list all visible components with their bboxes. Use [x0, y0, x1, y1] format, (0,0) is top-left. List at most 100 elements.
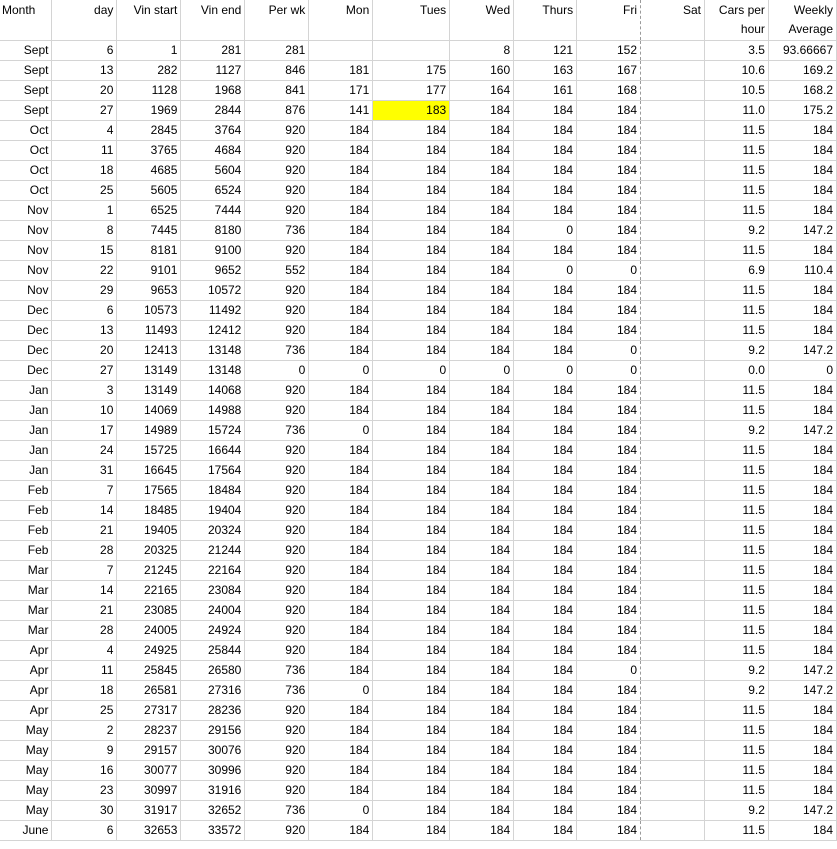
table-cell[interactable]: 184 — [576, 300, 642, 321]
table-cell[interactable]: 20325 — [116, 540, 182, 561]
table-cell[interactable]: 184 — [449, 100, 515, 121]
table-cell[interactable]: 9.2 — [704, 800, 769, 821]
table-cell[interactable]: 184 — [449, 140, 515, 161]
table-cell[interactable]: 21 — [51, 600, 118, 621]
table-cell[interactable]: 93.66667 — [768, 40, 837, 61]
table-cell[interactable]: 184 — [513, 480, 578, 501]
table-cell[interactable]: 184 — [449, 420, 515, 441]
table-cell[interactable]: 175 — [372, 60, 451, 81]
table-cell[interactable]: 11.5 — [704, 600, 769, 621]
table-cell[interactable]: 920 — [244, 180, 310, 201]
header-cell-day[interactable]: day — [51, 0, 118, 41]
table-cell[interactable]: 184 — [768, 540, 837, 561]
table-cell[interactable]: 9 — [51, 740, 118, 761]
table-cell[interactable]: 11.0 — [704, 100, 769, 121]
table-cell[interactable]: 11.5 — [704, 740, 769, 761]
table-cell[interactable]: 184 — [576, 540, 642, 561]
table-cell[interactable]: 147.2 — [768, 660, 837, 681]
table-cell[interactable]: Feb — [0, 480, 53, 501]
table-cell[interactable]: 11.5 — [704, 620, 769, 641]
table-cell[interactable]: 8180 — [180, 220, 246, 241]
table-cell[interactable]: 7444 — [180, 200, 246, 221]
table-cell[interactable]: 6 — [51, 820, 118, 841]
table-cell[interactable]: 11.5 — [704, 140, 769, 161]
table-cell[interactable]: 184 — [768, 600, 837, 621]
table-cell[interactable]: 22164 — [180, 560, 246, 581]
table-cell[interactable]: 920 — [244, 620, 310, 641]
table-cell[interactable]: 7445 — [116, 220, 182, 241]
table-cell[interactable]: 184 — [576, 120, 642, 141]
table-cell[interactable]: 184 — [449, 400, 515, 421]
table-cell[interactable] — [640, 740, 705, 761]
table-cell[interactable]: 184 — [449, 240, 515, 261]
table-cell[interactable] — [640, 800, 705, 821]
table-cell[interactable]: 184 — [576, 700, 642, 721]
table-cell[interactable]: 184 — [308, 260, 374, 281]
table-cell[interactable]: 11.5 — [704, 760, 769, 781]
table-cell[interactable]: 184 — [513, 140, 578, 161]
table-cell[interactable]: 184 — [576, 640, 642, 661]
table-cell[interactable]: 184 — [768, 320, 837, 341]
table-cell[interactable]: 10.6 — [704, 60, 769, 81]
table-cell[interactable]: 0 — [244, 360, 310, 381]
table-cell[interactable]: Jan — [0, 380, 53, 401]
table-cell[interactable]: 920 — [244, 760, 310, 781]
table-cell[interactable]: 184 — [768, 560, 837, 581]
table-cell[interactable]: 184 — [308, 780, 374, 801]
table-cell[interactable]: 184 — [513, 420, 578, 441]
table-cell[interactable]: 17564 — [180, 460, 246, 481]
table-cell[interactable]: Mar — [0, 620, 53, 641]
table-cell[interactable]: 9.2 — [704, 420, 769, 441]
table-cell[interactable]: 184 — [513, 300, 578, 321]
table-cell[interactable] — [640, 720, 705, 741]
table-cell[interactable]: 31917 — [116, 800, 182, 821]
table-cell[interactable]: 184 — [308, 340, 374, 361]
table-cell[interactable]: Oct — [0, 180, 53, 201]
table-cell[interactable]: 20324 — [180, 520, 246, 541]
table-cell[interactable]: 184 — [372, 680, 451, 701]
table-cell[interactable]: 110.4 — [768, 260, 837, 281]
table-cell[interactable]: 552 — [244, 260, 310, 281]
table-cell[interactable]: 11.5 — [704, 560, 769, 581]
table-cell[interactable]: 184 — [372, 300, 451, 321]
table-cell[interactable] — [640, 520, 705, 541]
table-cell[interactable]: 184 — [308, 380, 374, 401]
header-cell-wed[interactable]: Wed — [449, 0, 515, 41]
table-cell[interactable]: 184 — [513, 460, 578, 481]
table-cell[interactable]: 9652 — [180, 260, 246, 281]
table-cell[interactable]: 11.5 — [704, 180, 769, 201]
table-cell[interactable]: 920 — [244, 160, 310, 181]
table-cell[interactable]: 184 — [768, 640, 837, 661]
table-cell[interactable]: 920 — [244, 600, 310, 621]
table-cell[interactable]: 920 — [244, 500, 310, 521]
header-cell-vin-start[interactable]: Vin start — [116, 0, 182, 41]
table-cell[interactable]: 184 — [576, 500, 642, 521]
table-cell[interactable]: 184 — [449, 260, 515, 281]
table-cell[interactable]: 920 — [244, 140, 310, 161]
table-cell[interactable]: 184 — [449, 320, 515, 341]
table-cell[interactable]: 0 — [372, 360, 451, 381]
table-cell[interactable]: 2844 — [180, 100, 246, 121]
table-cell[interactable] — [640, 120, 705, 141]
table-cell[interactable]: 184 — [372, 780, 451, 801]
table-cell[interactable]: 1127 — [180, 60, 246, 81]
table-cell[interactable]: 184 — [576, 440, 642, 461]
table-cell[interactable]: 184 — [308, 220, 374, 241]
table-cell[interactable]: 184 — [768, 460, 837, 481]
table-cell[interactable]: Jan — [0, 440, 53, 461]
table-cell[interactable]: 29 — [51, 280, 118, 301]
table-cell[interactable]: 24925 — [116, 640, 182, 661]
table-cell[interactable]: 184 — [449, 560, 515, 581]
table-cell[interactable]: 0 — [576, 660, 642, 681]
table-cell[interactable]: 184 — [513, 720, 578, 741]
table-cell[interactable]: Apr — [0, 680, 53, 701]
table-cell[interactable]: Nov — [0, 200, 53, 221]
table-cell[interactable]: Apr — [0, 660, 53, 681]
table-cell[interactable]: 30 — [51, 800, 118, 821]
table-cell[interactable]: 184 — [768, 140, 837, 161]
table-cell[interactable]: May — [0, 760, 53, 781]
table-cell[interactable] — [640, 460, 705, 481]
table-cell[interactable]: 28236 — [180, 700, 246, 721]
table-cell[interactable]: 24924 — [180, 620, 246, 641]
table-cell[interactable]: 184 — [449, 180, 515, 201]
